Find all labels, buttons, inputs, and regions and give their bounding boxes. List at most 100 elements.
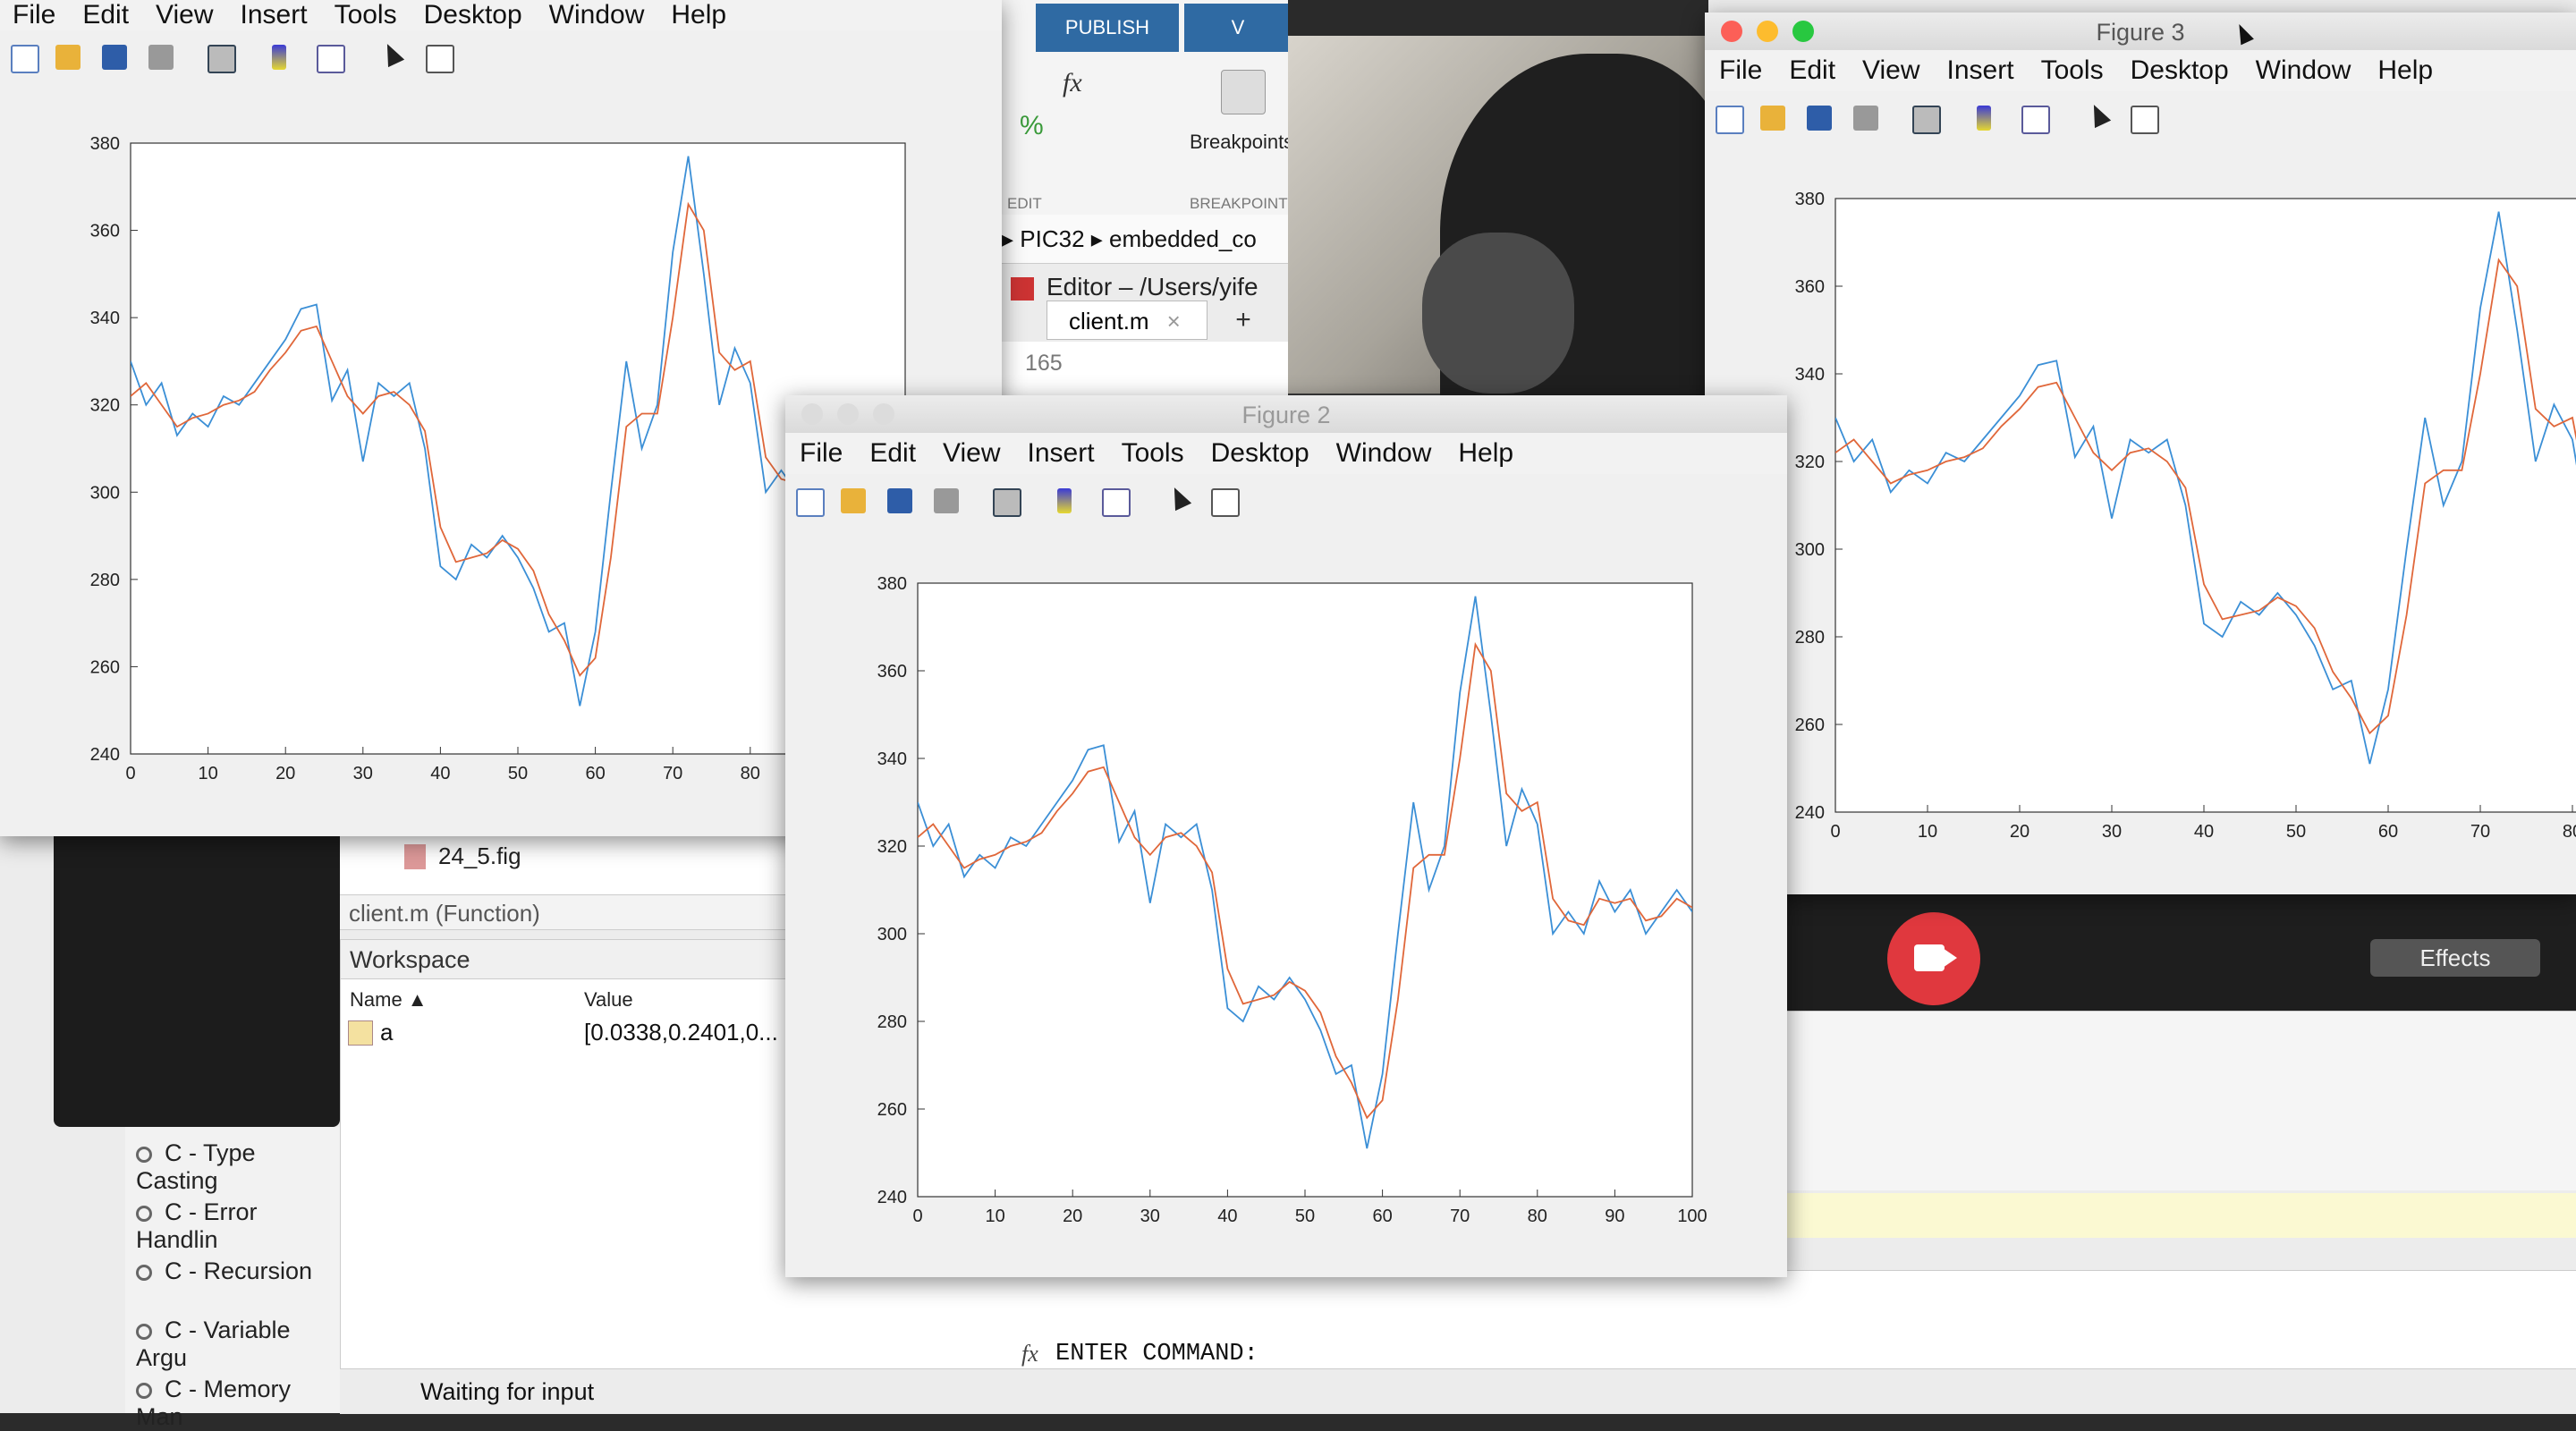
menu-insert[interactable]: Insert <box>1028 438 1095 469</box>
pointer-icon[interactable] <box>378 39 405 68</box>
x-tick-label: 60 <box>1372 1207 1392 1226</box>
zoom-icon[interactable] <box>1912 106 1941 134</box>
legend-icon[interactable] <box>2021 106 2050 134</box>
menu-desktop[interactable]: Desktop <box>424 0 522 30</box>
y-tick-label: 260 <box>90 657 120 677</box>
menu-window[interactable]: Window <box>1336 438 1432 469</box>
print-icon[interactable] <box>934 488 959 513</box>
print-icon[interactable] <box>1853 106 1878 131</box>
ws-col-value[interactable]: Value <box>584 988 633 1012</box>
menu-file[interactable]: File <box>13 0 55 30</box>
print-icon[interactable] <box>148 45 174 70</box>
menu-desktop[interactable]: Desktop <box>2131 55 2229 86</box>
window-titlebar: Figure 2 <box>785 395 1787 434</box>
percent-icon[interactable]: % <box>1020 111 1044 141</box>
pointer-icon[interactable] <box>2085 100 2112 129</box>
menu-help[interactable]: Help <box>2377 55 2433 86</box>
effects-button[interactable]: Effects <box>2370 939 2540 977</box>
new-icon[interactable] <box>11 45 39 73</box>
breadcrumb-item[interactable]: PIC32 <box>1020 225 1084 252</box>
dock-icon[interactable] <box>1211 488 1240 517</box>
menu-view[interactable]: View <box>943 438 1000 469</box>
sidebar-item[interactable]: C - Recursion <box>136 1257 312 1285</box>
tab-client[interactable]: client.m × <box>1046 301 1208 340</box>
add-tab-button[interactable]: + <box>1216 301 1270 340</box>
breakpoints-icon[interactable] <box>1221 70 1266 114</box>
colorbar-icon[interactable] <box>1057 488 1072 513</box>
save-icon[interactable] <box>1807 106 1832 131</box>
y-tick-label: 360 <box>90 222 120 241</box>
y-tick-label: 380 <box>877 574 907 594</box>
save-icon[interactable] <box>102 45 127 70</box>
open-icon[interactable] <box>55 45 80 70</box>
sidebar-item[interactable]: C - Variable Argu <box>136 1317 340 1372</box>
menu-help[interactable]: Help <box>671 0 726 30</box>
menu-tools[interactable]: Tools <box>1122 438 1184 469</box>
save-icon[interactable] <box>887 488 912 513</box>
x-tick-label: 10 <box>985 1207 1004 1226</box>
menu-desktop[interactable]: Desktop <box>1211 438 1309 469</box>
close-icon[interactable]: × <box>1167 308 1181 334</box>
command-window[interactable]: fx ENTER COMMAND: <box>993 1270 2576 1369</box>
new-icon[interactable] <box>796 488 825 517</box>
ws-var-icon <box>348 1020 373 1046</box>
zoom-icon[interactable] <box>208 45 236 73</box>
open-icon[interactable] <box>1760 106 1785 131</box>
menu-edit[interactable]: Edit <box>869 438 916 469</box>
menu-help[interactable]: Help <box>1458 438 1513 469</box>
menu-edit[interactable]: Edit <box>1789 55 1835 86</box>
tab-view[interactable]: V <box>1184 4 1292 52</box>
toolstrip-icon-grid: fx % <box>1009 68 1134 184</box>
y-tick-label: 260 <box>1795 716 1825 735</box>
breadcrumb: ▸ PIC32 ▸ embedded_co <box>993 215 1297 264</box>
y-tick-label: 300 <box>90 483 120 503</box>
tab-publish[interactable]: PUBLISH <box>1036 4 1179 52</box>
sidebar-item[interactable]: C - Error Handlin <box>136 1198 340 1254</box>
x-tick-label: 40 <box>1217 1207 1237 1226</box>
x-tick-label: 60 <box>2378 822 2398 842</box>
x-tick-label: 50 <box>508 764 528 783</box>
menu-edit[interactable]: Edit <box>82 0 129 30</box>
new-icon[interactable] <box>1716 106 1744 134</box>
x-tick-label: 20 <box>275 764 295 783</box>
ws-col-name[interactable]: Name ▲ <box>350 988 428 1012</box>
ws-var-value[interactable]: [0.0338,0.2401,0... <box>584 1019 778 1046</box>
colorbar-icon[interactable] <box>272 45 286 70</box>
dock-icon[interactable] <box>2131 106 2159 134</box>
editor-gutter: 165 <box>993 342 1297 395</box>
sidebar-item[interactable]: C - Type Casting <box>136 1139 340 1195</box>
right-pane <box>1780 1011 2576 1190</box>
pointer-icon[interactable] <box>1165 483 1192 512</box>
x-tick-label: 80 <box>741 764 760 783</box>
legend-icon[interactable] <box>1102 488 1131 517</box>
record-button[interactable] <box>1887 912 1980 1005</box>
file-item[interactable]: 24_5.fig <box>438 843 521 870</box>
dock-icon[interactable] <box>426 45 454 73</box>
menu-view[interactable]: View <box>1862 55 1919 86</box>
y-tick-label: 380 <box>1795 190 1825 209</box>
menu-file[interactable]: File <box>1719 55 1762 86</box>
legend-icon[interactable] <box>317 45 345 73</box>
zoom-icon[interactable] <box>993 488 1021 517</box>
breakpoints-label[interactable]: Breakpoints <box>1190 131 1293 154</box>
menu-window[interactable]: Window <box>2256 55 2351 86</box>
sidebar-item[interactable]: C - Memory Man <box>136 1376 340 1431</box>
menu-insert[interactable]: Insert <box>1947 55 2014 86</box>
menu-view[interactable]: View <box>156 0 213 30</box>
menu-file[interactable]: File <box>800 438 843 469</box>
ws-var-name[interactable]: a <box>380 1019 393 1046</box>
bullet-icon <box>136 1146 152 1163</box>
breadcrumb-item[interactable]: embedded_co <box>1109 225 1257 252</box>
open-icon[interactable] <box>841 488 866 513</box>
menu-bar: File Edit View Insert Tools Desktop Wind… <box>785 433 1787 474</box>
colorbar-icon[interactable] <box>1977 106 1991 131</box>
x-tick-label: 0 <box>1830 822 1840 842</box>
x-tick-label: 90 <box>1605 1207 1624 1226</box>
menu-tools[interactable]: Tools <box>335 0 397 30</box>
menu-tools[interactable]: Tools <box>2041 55 2104 86</box>
fx-icon[interactable]: fx <box>1063 68 1082 98</box>
menu-insert[interactable]: Insert <box>241 0 308 30</box>
x-tick-label: 40 <box>2194 822 2214 842</box>
video-camera-lens-icon <box>1943 948 1957 968</box>
menu-window[interactable]: Window <box>549 0 645 30</box>
